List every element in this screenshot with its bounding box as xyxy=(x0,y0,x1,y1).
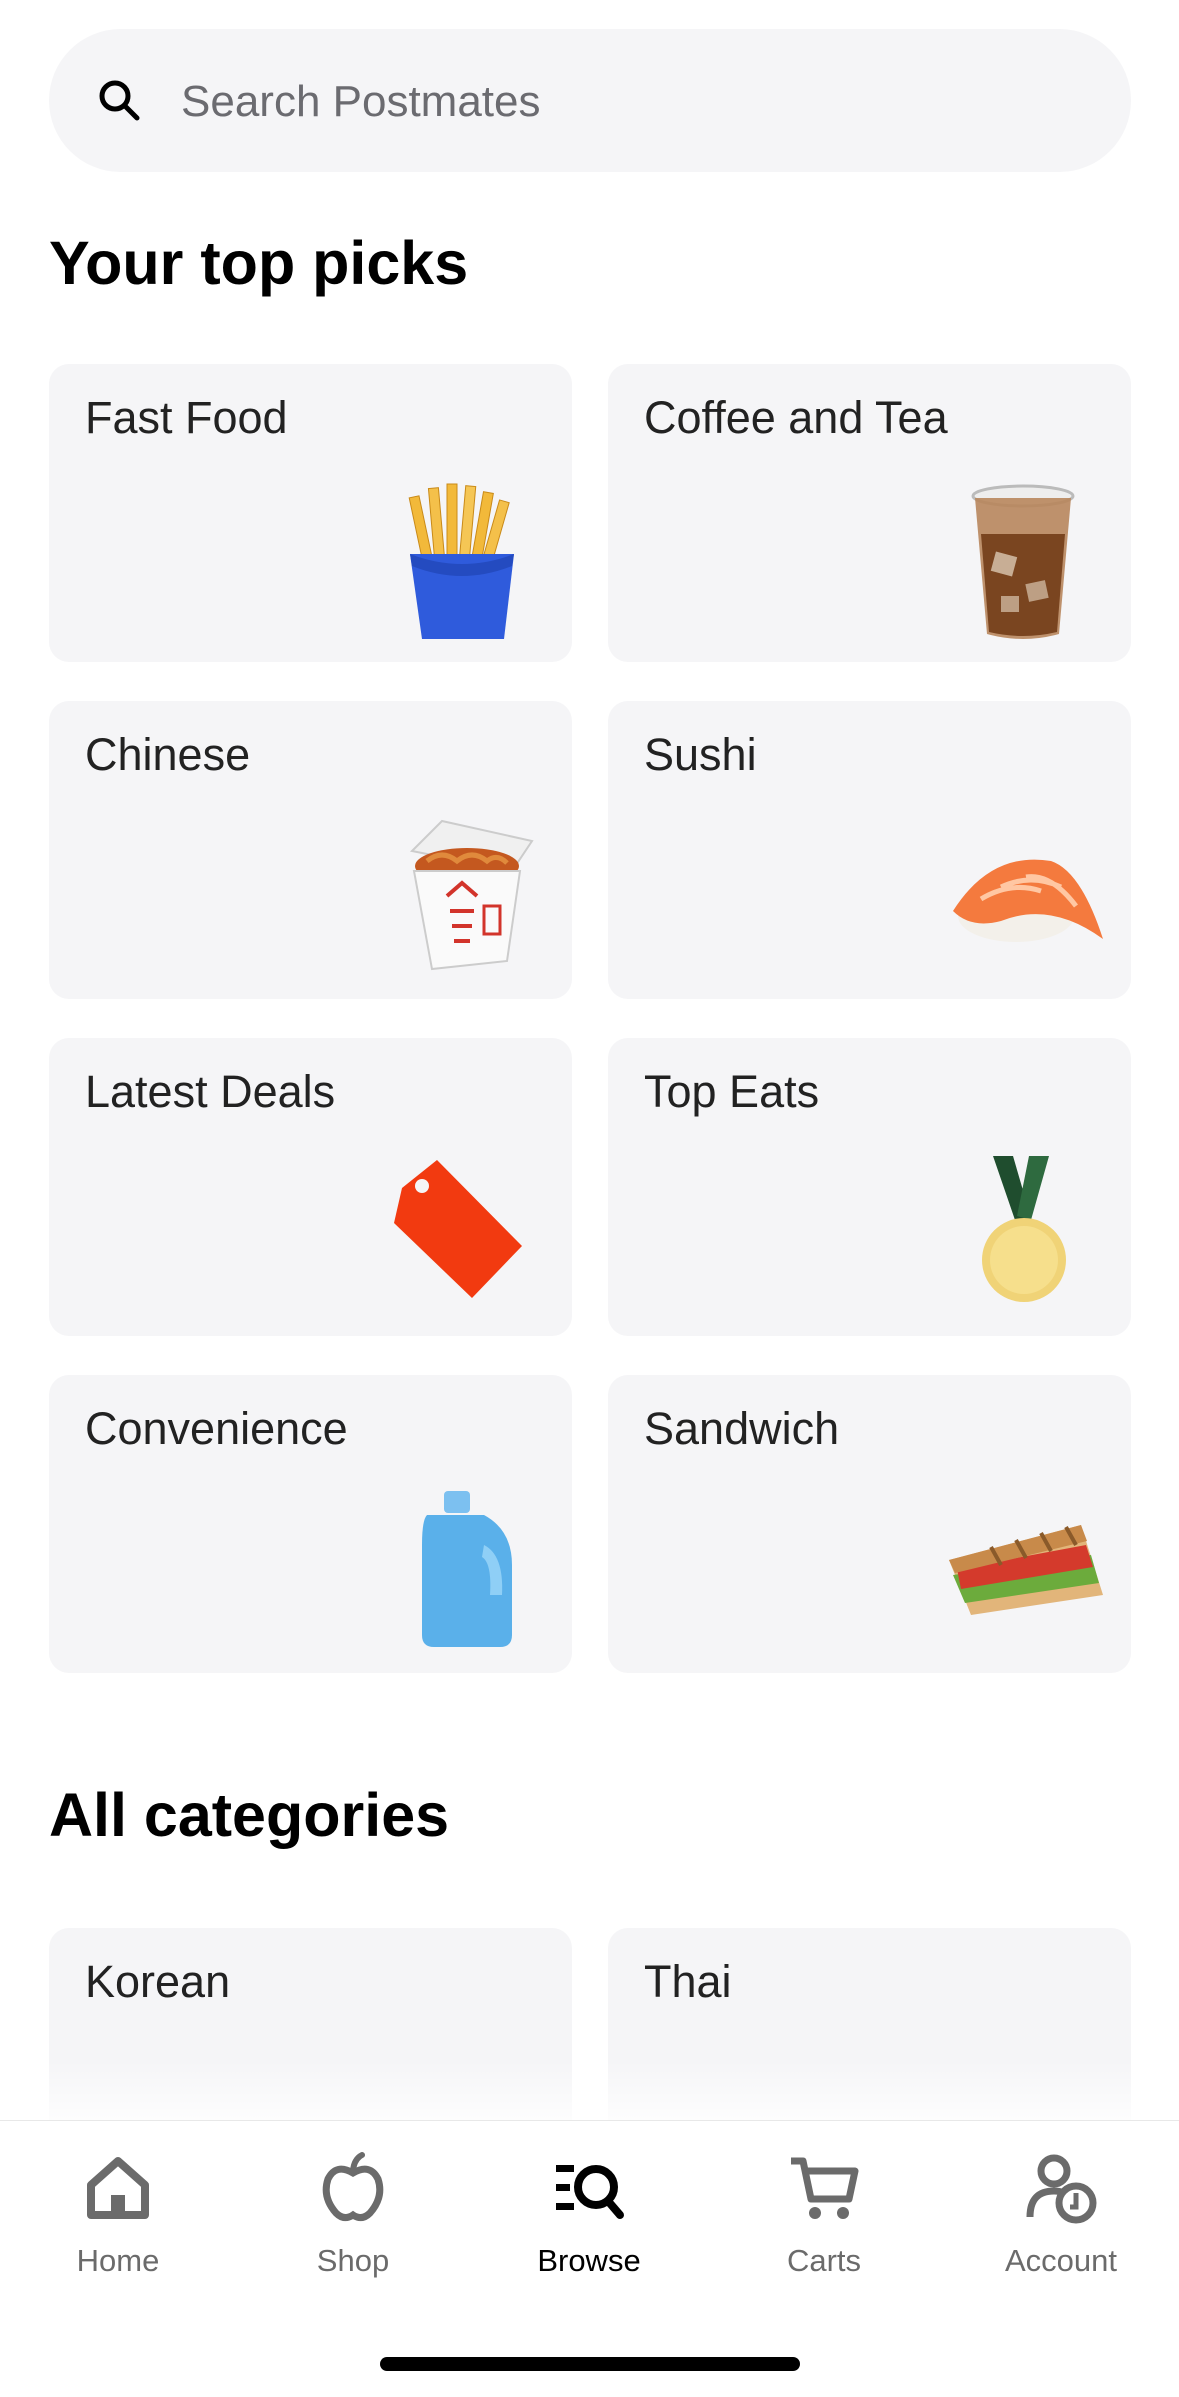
category-label: Thai xyxy=(644,1956,732,2007)
browse-icon xyxy=(556,2165,624,2219)
top-picks-heading: Your top picks xyxy=(49,229,469,297)
bottom-tab-bar: Home Shop Browse Carts Account xyxy=(0,2120,1179,2397)
fries-image xyxy=(408,483,514,639)
category-card-fast-food[interactable]: Fast Food xyxy=(49,364,572,662)
home-indicator xyxy=(380,2357,800,2371)
tab-label: Account xyxy=(1004,2243,1117,2278)
category-card-coffee-and-tea[interactable]: Coffee and Tea xyxy=(608,364,1131,662)
category-label: Latest Deals xyxy=(85,1066,336,1117)
category-label: Top Eats xyxy=(644,1066,820,1117)
apple-icon xyxy=(322,2152,384,2222)
category-card-convenience[interactable]: Convenience xyxy=(49,1375,572,1673)
category-card-chinese[interactable]: Chinese xyxy=(49,701,572,999)
category-label: Coffee and Tea xyxy=(644,392,948,443)
tab-label: Shop xyxy=(316,2243,390,2278)
category-label: Chinese xyxy=(85,729,251,780)
tab-label: Browse xyxy=(537,2243,641,2278)
category-card-sandwich[interactable]: Sandwich xyxy=(608,1375,1131,1673)
search-icon xyxy=(99,80,140,121)
tab-browse[interactable]: Browse xyxy=(489,2151,689,2281)
medal-image xyxy=(982,1156,1066,1302)
iced-coffee-image xyxy=(971,484,1075,639)
tab-account[interactable]: Account xyxy=(961,2151,1161,2281)
price-tag-image xyxy=(394,1160,522,1298)
account-icon xyxy=(1026,2154,1097,2224)
salmon-nigiri-image xyxy=(953,859,1103,942)
tab-label: Carts xyxy=(786,2243,862,2278)
category-label: Korean xyxy=(85,1956,231,2007)
category-card-latest-deals[interactable]: Latest Deals xyxy=(49,1038,572,1336)
top-picks-grid: Fast Food Coffee and Tea Chinese Sushi L… xyxy=(49,364,1131,1674)
tab-label: Home xyxy=(76,2243,160,2278)
tab-shop[interactable]: Shop xyxy=(253,2151,453,2281)
category-card-top-eats[interactable]: Top Eats xyxy=(608,1038,1131,1336)
category-label: Convenience xyxy=(85,1403,348,1454)
category-card-sushi[interactable]: Sushi xyxy=(608,701,1131,999)
category-label: Fast Food xyxy=(85,392,288,443)
search-bar[interactable] xyxy=(49,29,1131,172)
search-input[interactable] xyxy=(179,59,1083,145)
category-label: Sandwich xyxy=(644,1403,840,1454)
tab-home[interactable]: Home xyxy=(18,2151,218,2281)
home-icon xyxy=(87,2157,149,2219)
sandwich-image xyxy=(949,1525,1103,1615)
scroll-fade xyxy=(0,2060,1179,2120)
all-categories-heading: All categories xyxy=(49,1781,450,1849)
takeout-box-image xyxy=(409,819,534,971)
tab-carts[interactable]: Carts xyxy=(724,2151,924,2281)
detergent-bottle-image xyxy=(422,1491,512,1647)
category-label: Sushi xyxy=(644,729,757,780)
cart-icon xyxy=(791,2157,859,2219)
